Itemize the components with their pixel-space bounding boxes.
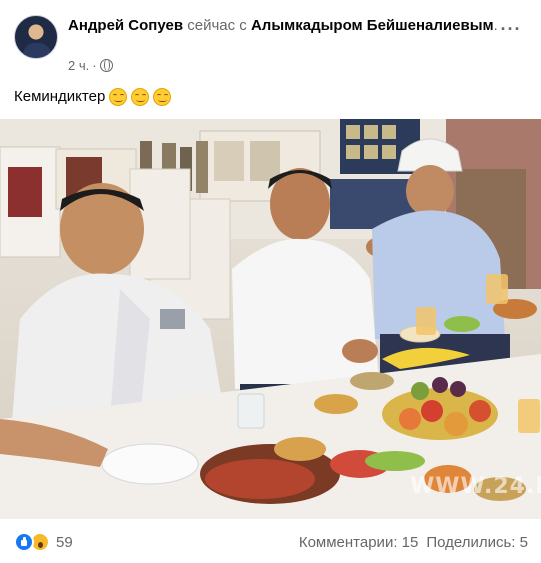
- reactions-summary[interactable]: 59: [14, 532, 73, 552]
- header-connector: сейчас с: [183, 17, 251, 34]
- post-header: Андрей Сопуев сейчас с Алымкадыром Бейше…: [14, 12, 534, 80]
- globe-icon[interactable]: [99, 59, 113, 72]
- post-stats: Комментарии: 15 Поделились: 5: [299, 534, 528, 551]
- more-icon[interactable]: ···: [498, 20, 524, 42]
- meta-separator: ·: [92, 58, 97, 73]
- tagged-person-link[interactable]: Алымкадыром Бейшеналиевым: [251, 17, 494, 34]
- post-timestamp[interactable]: 2 ч.: [68, 58, 89, 73]
- smiling-face-icon: [131, 88, 150, 106]
- photo-watermark: WWW.24.KG: [410, 474, 541, 499]
- shares-count-link[interactable]: Поделились: 5: [426, 534, 528, 551]
- caption-text: Кеминдиктер: [14, 88, 106, 105]
- smiling-face-icon: [109, 88, 128, 106]
- smiling-face-icon: [153, 88, 172, 106]
- comments-count-link[interactable]: Комментарии: 15: [299, 534, 419, 551]
- post-photo[interactable]: WWW.24.KG: [0, 119, 541, 519]
- post-footer: 59 Комментарии: 15 Поделились: 5: [14, 528, 528, 558]
- like-icon: [14, 532, 34, 552]
- post-header-text: Андрей Сопуев сейчас с Алымкадыром Бейше…: [68, 15, 498, 36]
- post-meta: 2 ч. ·: [68, 58, 113, 73]
- post-caption: Кеминдиктер: [14, 87, 172, 107]
- author-avatar[interactable]: [14, 15, 58, 59]
- author-name-link[interactable]: Андрей Сопуев: [68, 17, 183, 34]
- reaction-count: 59: [56, 533, 73, 551]
- photo-illustration: [0, 119, 541, 519]
